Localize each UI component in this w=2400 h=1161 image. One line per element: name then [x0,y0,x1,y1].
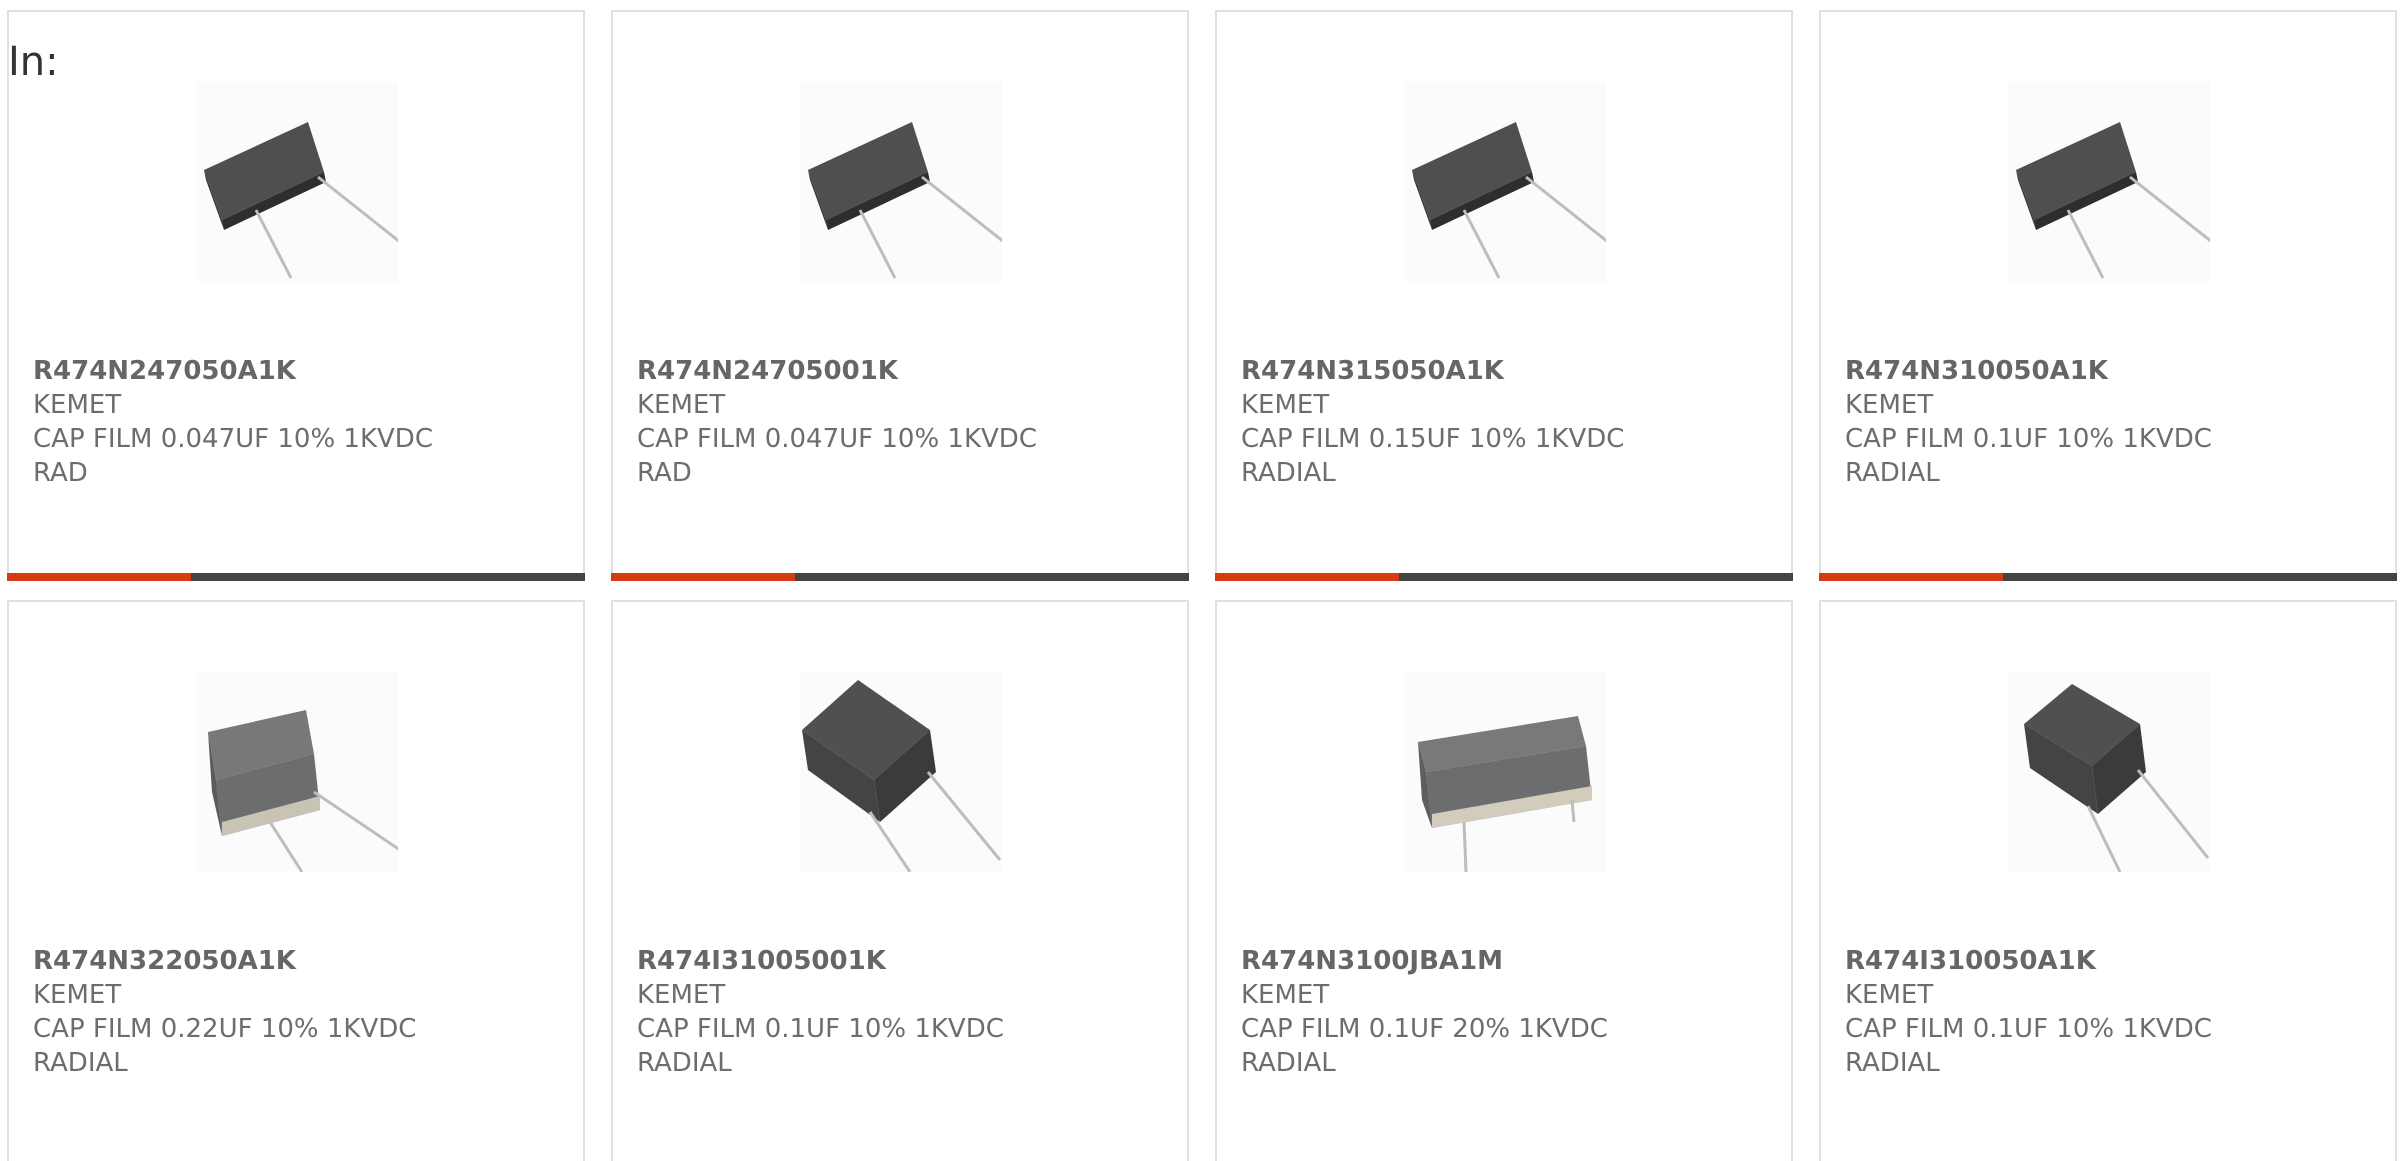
description: CAP FILM 0.22UF 10% 1KVDC [33,1014,417,1044]
manufacturer: KEMET [33,390,122,420]
description: CAP FILM 0.15UF 10% 1KVDC [1241,424,1625,454]
description-cont: RADIAL [1241,458,1336,488]
card-accent [7,573,191,581]
product-info: R474I31005001K KEMET CAP FILM 0.1UF 10% … [637,944,1163,1080]
card-accent [611,573,795,581]
part-number-link[interactable]: R474N310050A1K [1845,354,2371,388]
product-card[interactable]: R474N24705001K KEMET CAP FILM 0.047UF 10… [611,10,1189,581]
part-number-link[interactable]: R474I310050A1K [1845,944,2371,978]
description: CAP FILM 0.047UF 10% 1KVDC [33,424,433,454]
description-cont: RADIAL [1845,1048,1940,1078]
manufacturer: KEMET [1241,390,1330,420]
product-card[interactable]: R474N247050A1K KEMET CAP FILM 0.047UF 10… [7,10,585,581]
capacitor-image[interactable] [800,82,1002,282]
description-cont: RADIAL [1845,458,1940,488]
part-number-link[interactable]: R474N3100JBA1M [1241,944,1767,978]
product-info: R474N322050A1K KEMET CAP FILM 0.22UF 10%… [33,944,559,1080]
product-card[interactable]: R474I310050A1K KEMET CAP FILM 0.1UF 10% … [1819,600,2397,1161]
description: CAP FILM 0.1UF 20% 1KVDC [1241,1014,1608,1044]
part-number-link[interactable]: R474N322050A1K [33,944,559,978]
manufacturer: KEMET [637,980,726,1010]
capacitor-image[interactable] [800,672,1002,872]
manufacturer: KEMET [33,980,122,1010]
card-bottom-bar [7,573,585,581]
part-number-link[interactable]: R474N247050A1K [33,354,559,388]
card-bottom-bar [611,573,1189,581]
card-accent [1819,573,2003,581]
description: CAP FILM 0.1UF 10% 1KVDC [637,1014,1004,1044]
manufacturer: KEMET [1241,980,1330,1010]
manufacturer: KEMET [637,390,726,420]
capacitor-image[interactable] [2008,82,2210,282]
product-info: R474N247050A1K KEMET CAP FILM 0.047UF 10… [33,354,559,490]
product-info: R474I310050A1K KEMET CAP FILM 0.1UF 10% … [1845,944,2371,1080]
description: CAP FILM 0.047UF 10% 1KVDC [637,424,1037,454]
description-cont: RADIAL [33,1048,128,1078]
product-card[interactable]: R474N3100JBA1M KEMET CAP FILM 0.1UF 20% … [1215,600,1793,1161]
description-cont: RADIAL [1241,1048,1336,1078]
product-card[interactable]: R474N322050A1K KEMET CAP FILM 0.22UF 10%… [7,600,585,1161]
description-cont: RAD [637,458,692,488]
product-card[interactable]: R474I31005001K KEMET CAP FILM 0.1UF 10% … [611,600,1189,1161]
product-info: R474N315050A1K KEMET CAP FILM 0.15UF 10%… [1241,354,1767,490]
part-number-link[interactable]: R474N24705001K [637,354,1163,388]
product-info: R474N310050A1K KEMET CAP FILM 0.1UF 10% … [1845,354,2371,490]
capacitor-image[interactable] [1404,672,1606,872]
description: CAP FILM 0.1UF 10% 1KVDC [1845,1014,2212,1044]
card-bottom-bar [1819,573,2397,581]
description: CAP FILM 0.1UF 10% 1KVDC [1845,424,2212,454]
description-cont: RAD [33,458,88,488]
product-card[interactable]: R474N310050A1K KEMET CAP FILM 0.1UF 10% … [1819,10,2397,581]
description-cont: RADIAL [637,1048,732,1078]
product-info: R474N3100JBA1M KEMET CAP FILM 0.1UF 20% … [1241,944,1767,1080]
capacitor-image[interactable] [1404,82,1606,282]
product-card[interactable]: R474N315050A1K KEMET CAP FILM 0.15UF 10%… [1215,10,1793,581]
filter-label: In: [8,39,59,85]
manufacturer: KEMET [1845,390,1934,420]
product-grid-page: In: R474N247050A1K KEMET CAP FILM 0.047U… [0,0,2400,1161]
manufacturer: KEMET [1845,980,1934,1010]
capacitor-image[interactable] [196,82,398,282]
product-info: R474N24705001K KEMET CAP FILM 0.047UF 10… [637,354,1163,490]
card-bottom-bar [1215,573,1793,581]
capacitor-image[interactable] [2008,672,2210,872]
capacitor-image[interactable] [196,672,398,872]
part-number-link[interactable]: R474I31005001K [637,944,1163,978]
card-accent [1215,573,1399,581]
part-number-link[interactable]: R474N315050A1K [1241,354,1767,388]
